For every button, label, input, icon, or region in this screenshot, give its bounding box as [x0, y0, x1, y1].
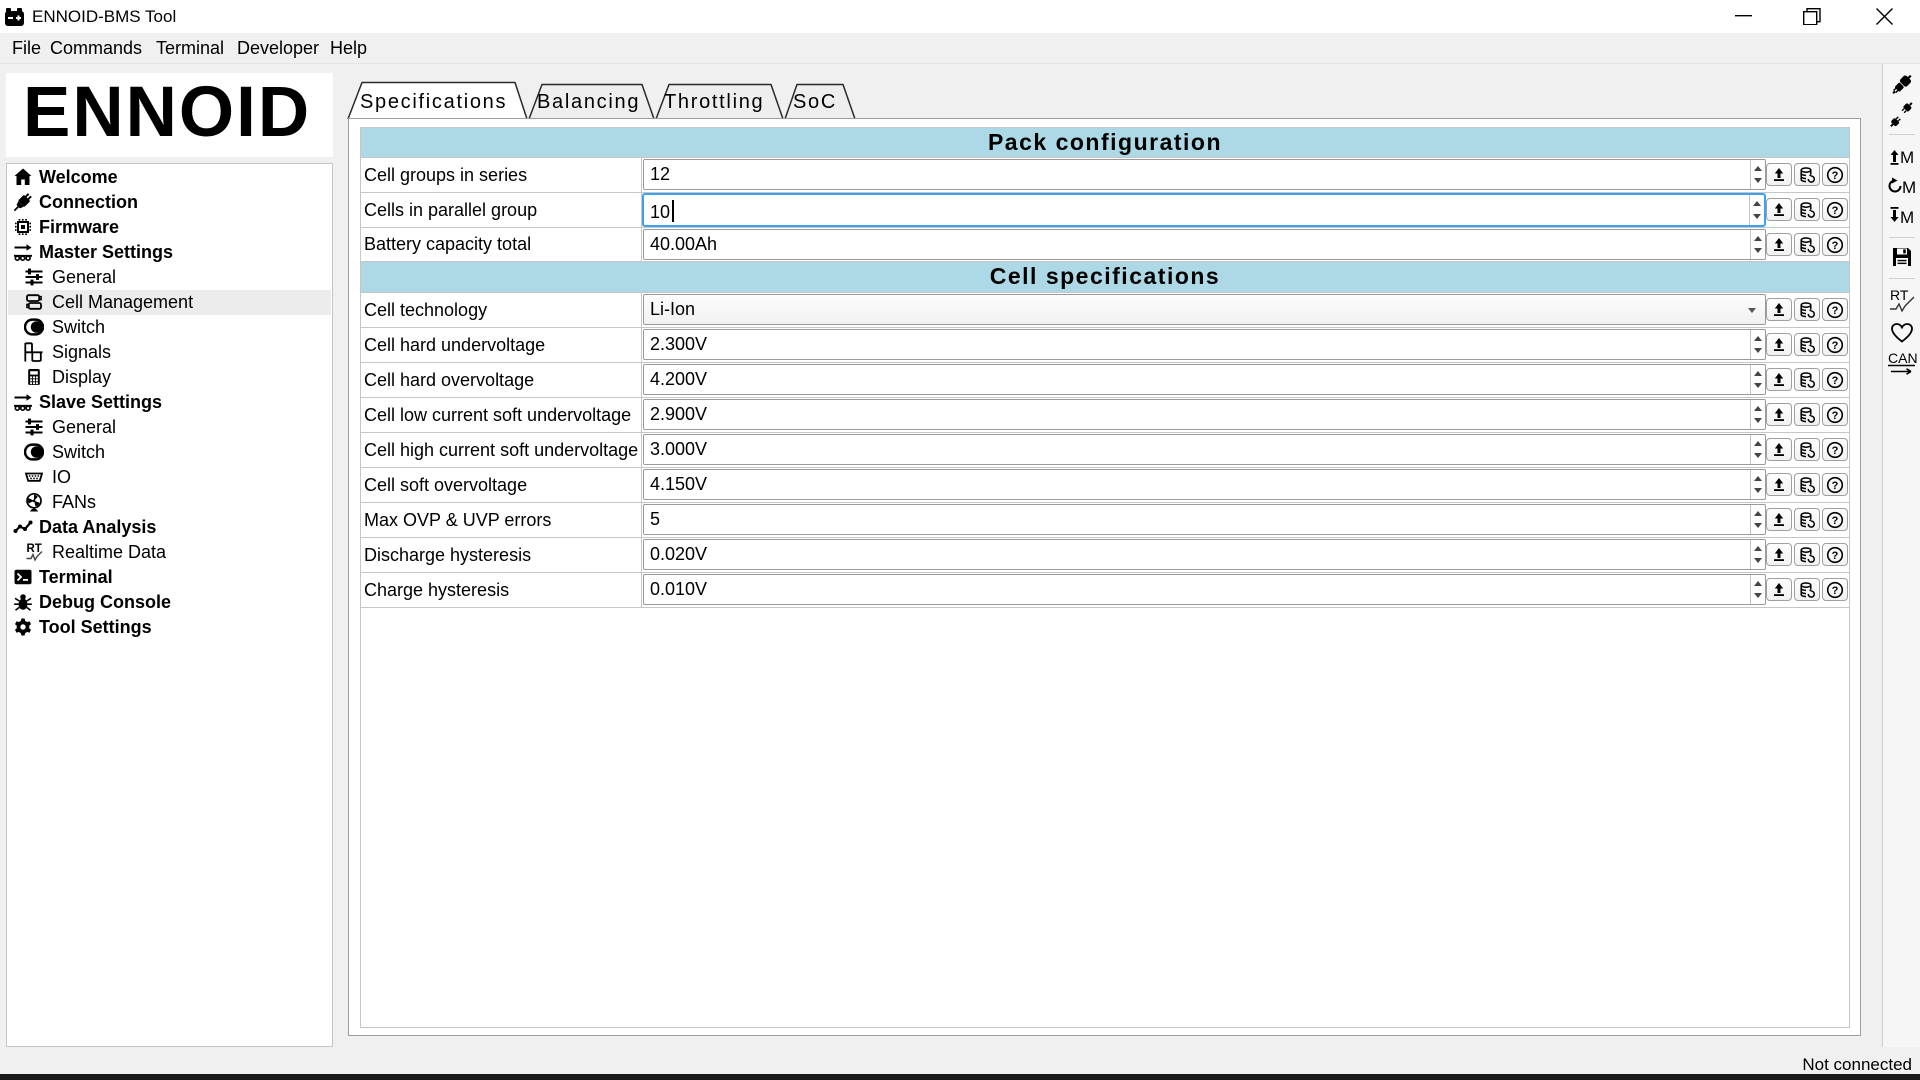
svg-text:RT: RT — [1890, 287, 1909, 303]
svg-text:?: ? — [1832, 304, 1839, 316]
svg-text:M: M — [1900, 148, 1914, 166]
svg-text:?: ? — [1832, 444, 1839, 456]
svg-text:?: ? — [1832, 239, 1839, 251]
svg-text:?: ? — [1832, 374, 1839, 386]
svg-text:?: ? — [1832, 339, 1839, 351]
svg-text:?: ? — [1832, 169, 1839, 181]
svg-text:?: ? — [1832, 584, 1839, 596]
svg-text:?: ? — [1832, 514, 1839, 526]
svg-text:M: M — [1900, 208, 1914, 226]
svg-text:?: ? — [1832, 409, 1839, 421]
svg-text:?: ? — [1832, 204, 1839, 216]
svg-text:?: ? — [1832, 479, 1839, 491]
svg-text:CAN: CAN — [1888, 350, 1917, 366]
svg-text:M: M — [1902, 178, 1916, 196]
svg-text:?: ? — [1832, 549, 1839, 561]
